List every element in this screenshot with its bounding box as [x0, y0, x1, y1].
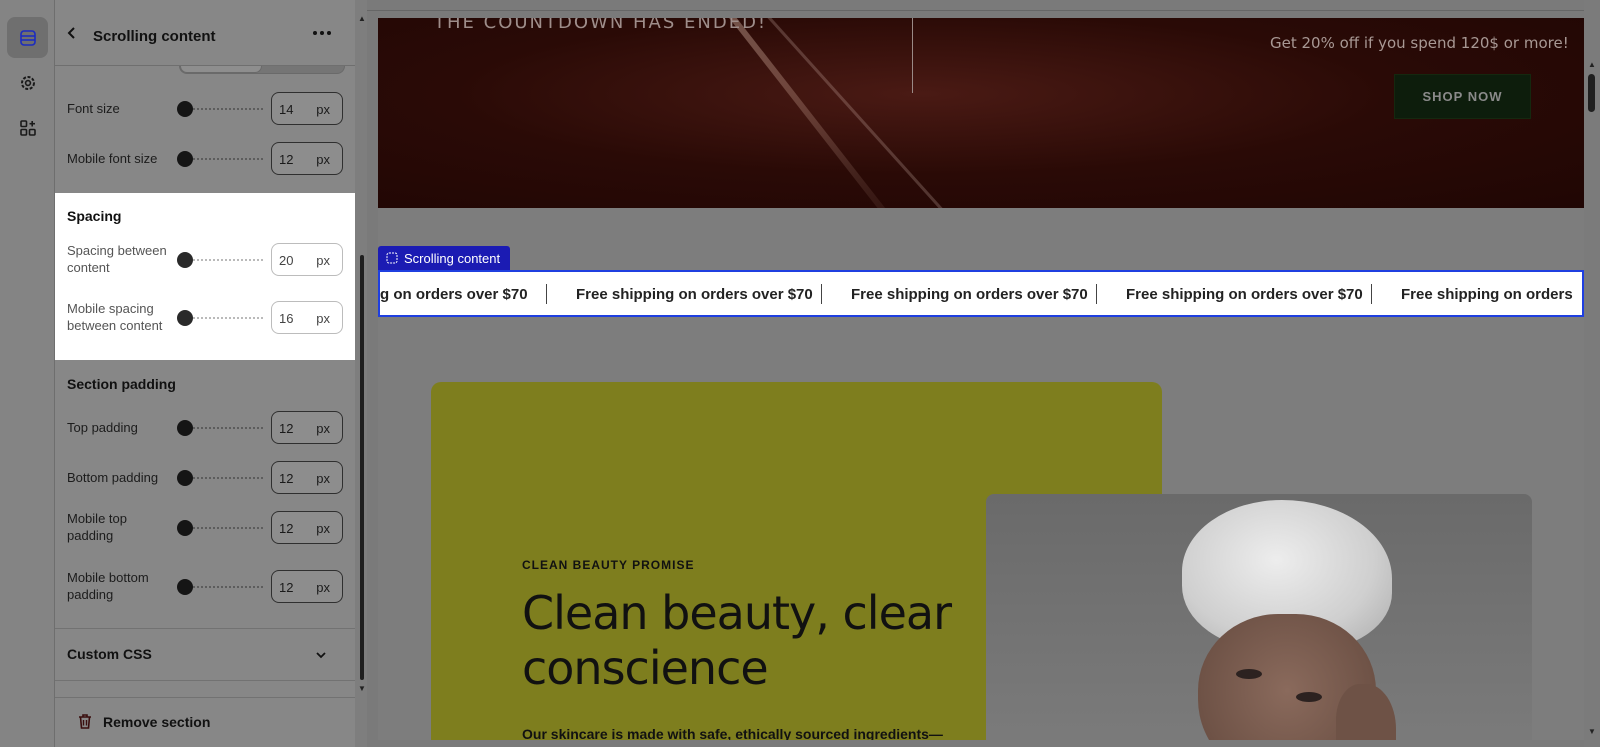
- photo-eye: [1296, 692, 1322, 702]
- spacing-between-slider[interactable]: [177, 252, 263, 268]
- hero-banner: THE COUNTDOWN HAS ENDED! Get 20% off if …: [378, 18, 1584, 208]
- slider-thumb[interactable]: [177, 252, 193, 268]
- hero-image-detail: [728, 18, 894, 208]
- slider-thumb[interactable]: [177, 101, 193, 117]
- mobile-top-padding-label: Mobile top padding: [67, 511, 127, 543]
- scroll-down-icon[interactable]: ▼: [358, 684, 366, 693]
- spacing-between-label: Spacing between content: [67, 243, 167, 275]
- promo-title: Clean beauty, clear conscience: [522, 586, 952, 695]
- mobile-font-size-input[interactable]: 12 px: [271, 142, 343, 175]
- scroll-up-icon[interactable]: ▲: [1588, 60, 1596, 69]
- settings-panel: Scrolling content Font size 14 px Mobile …: [55, 0, 355, 747]
- scroll-down-icon[interactable]: ▼: [1588, 727, 1596, 736]
- section-tag[interactable]: Scrolling content: [378, 246, 511, 270]
- preview-scrollbar[interactable]: ▲ ▼: [1584, 0, 1600, 747]
- bottom-padding-label: Bottom padding: [67, 470, 159, 485]
- section-tag-label: Scrolling content: [404, 250, 501, 266]
- scroll-thumb[interactable]: [1588, 74, 1595, 112]
- marquee-item: Free shipping on orders over $70: [1126, 286, 1363, 303]
- marquee-separator: [821, 284, 822, 304]
- spacing-group: Spacing Spacing between content 20 px Mob…: [55, 193, 355, 360]
- panel-title: Scrolling content: [93, 28, 216, 45]
- scroll-up-icon[interactable]: ▲: [358, 14, 366, 23]
- photo-eye: [1236, 669, 1262, 679]
- font-size-input[interactable]: 14 px: [271, 92, 343, 125]
- gear-icon[interactable]: [7, 62, 48, 103]
- mobile-font-size-label: Mobile font size: [67, 151, 158, 166]
- slider-thumb[interactable]: [177, 420, 193, 436]
- marquee-item: Free shipping on orders: [1401, 286, 1573, 303]
- countdown-heading: THE COUNTDOWN HAS ENDED!: [434, 18, 768, 33]
- marquee-separator: [1096, 284, 1097, 304]
- divider: [55, 697, 355, 698]
- slider-thumb[interactable]: [177, 310, 193, 326]
- slider-thumb[interactable]: [177, 151, 193, 167]
- photo-hand: [1336, 684, 1396, 740]
- scroll-thumb[interactable]: [360, 255, 364, 680]
- apps-add-icon[interactable]: [7, 107, 48, 148]
- sections-icon[interactable]: [7, 17, 48, 58]
- scrolling-content-strip[interactable]: g on orders over $70 Free shipping on or…: [378, 270, 1584, 317]
- shop-now-button[interactable]: SHOP NOW: [1394, 74, 1531, 119]
- mobile-bottom-padding-label: Mobile bottom padding: [67, 570, 149, 602]
- mobile-top-padding-slider[interactable]: [177, 520, 263, 536]
- slider-thumb[interactable]: [177, 470, 193, 486]
- spacing-title: Spacing: [67, 208, 122, 224]
- mobile-font-size-slider[interactable]: [177, 151, 263, 167]
- icon-rail: [0, 0, 55, 747]
- font-size-slider[interactable]: [177, 101, 263, 117]
- slider-thumb[interactable]: [177, 579, 193, 595]
- top-padding-slider[interactable]: [177, 420, 263, 436]
- offer-text: Get 20% off if you spend 120$ or more!: [1270, 34, 1569, 52]
- spacing-between-input[interactable]: 20 px: [271, 243, 343, 276]
- mobile-bottom-padding-slider[interactable]: [177, 579, 263, 595]
- preview-top-border: [367, 10, 1600, 11]
- more-options-icon[interactable]: [311, 26, 333, 40]
- font-size-label: Font size: [67, 101, 120, 116]
- mobile-bottom-padding-input[interactable]: 12 px: [271, 570, 343, 603]
- marquee-separator: [1371, 284, 1372, 304]
- slider-thumb[interactable]: [177, 520, 193, 536]
- top-padding-label: Top padding: [67, 420, 138, 435]
- custom-css-toggle[interactable]: Custom CSS: [67, 646, 152, 662]
- chevron-left-icon[interactable]: [65, 26, 79, 40]
- model-photo: [986, 494, 1532, 740]
- bottom-padding-slider[interactable]: [177, 470, 263, 486]
- mobile-spacing-input[interactable]: 16 px: [271, 301, 343, 334]
- promo-body: Our skincare is made with safe, ethicall…: [522, 726, 943, 740]
- panel-header: Scrolling content: [55, 0, 355, 66]
- trash-icon: [79, 714, 91, 729]
- remove-section-button[interactable]: Remove section: [77, 713, 210, 730]
- chevron-down-icon[interactable]: [314, 648, 328, 662]
- divider: [55, 628, 355, 629]
- marquee-item: Free shipping on orders over $70: [576, 286, 813, 303]
- remove-section-label: Remove section: [103, 713, 211, 730]
- marquee-item: g on orders over $70: [380, 286, 528, 303]
- bottom-padding-input[interactable]: 12 px: [271, 461, 343, 494]
- promo-eyebrow: CLEAN BEAUTY PROMISE: [522, 558, 695, 572]
- section-list-icon: [386, 252, 398, 264]
- mobile-top-padding-input[interactable]: 12 px: [271, 511, 343, 544]
- panel-scrollbar[interactable]: ▲ ▼: [355, 0, 367, 747]
- store-preview: THE COUNTDOWN HAS ENDED! Get 20% off if …: [378, 18, 1584, 740]
- section-padding-title: Section padding: [67, 376, 176, 392]
- mobile-spacing-slider[interactable]: [177, 310, 263, 326]
- top-padding-input[interactable]: 12 px: [271, 411, 343, 444]
- marquee-item: Free shipping on orders over $70: [851, 286, 1088, 303]
- divider: [55, 680, 355, 681]
- hero-divider: [912, 18, 913, 93]
- marquee-separator: [546, 284, 547, 304]
- mobile-spacing-label: Mobile spacing between content: [67, 301, 163, 333]
